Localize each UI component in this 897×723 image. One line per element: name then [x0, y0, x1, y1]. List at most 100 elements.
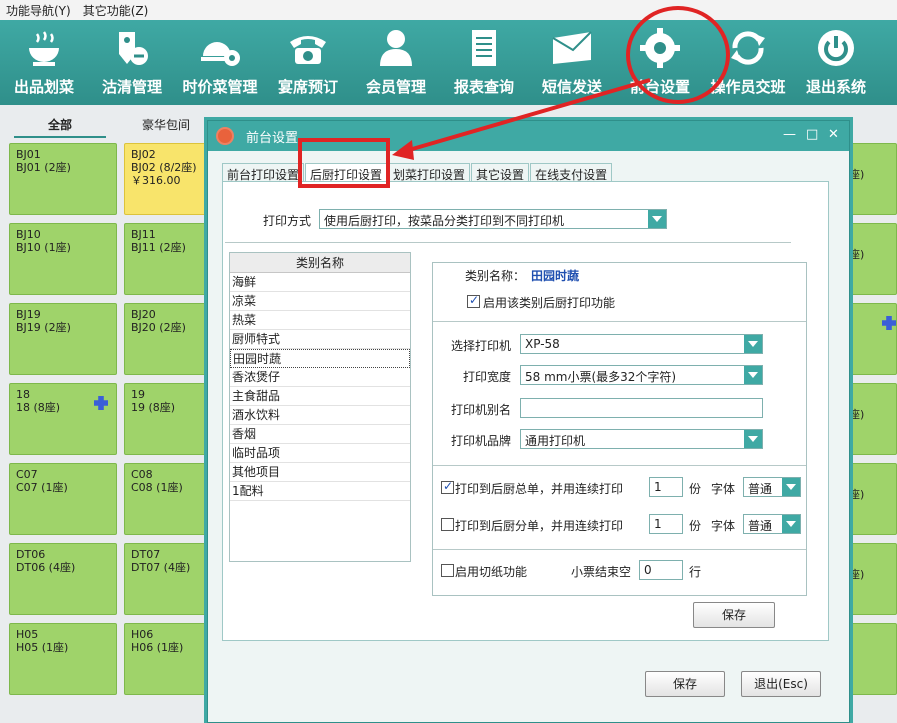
printer-select[interactable]: XP-58: [520, 334, 763, 354]
area-tab-luxury-room[interactable]: 豪华包间: [120, 112, 212, 138]
area-tab-all[interactable]: 全部: [14, 112, 106, 138]
table-code: DT06: [16, 548, 46, 561]
printer-value: XP-58: [525, 337, 560, 351]
toolbar-label: 会员管理: [365, 78, 426, 96]
dialog-body: 前台打印设置 后厨打印设置 划菜打印设置 其它设置 在线支付设置 打印方式 使用…: [208, 151, 849, 722]
category-item[interactable]: 1配料: [230, 482, 410, 501]
kitchen-split-copies-input[interactable]: 1: [649, 514, 683, 534]
category-item[interactable]: 主食甜品: [230, 387, 410, 406]
toolbar-market-price-button[interactable]: 时价菜管理: [176, 20, 264, 105]
category-item[interactable]: 凉菜: [230, 292, 410, 311]
print-mode-value: 使用后厨打印，按菜品分类打印到不同打印机: [324, 214, 565, 228]
menu-bar: 功能导航(Y) 其它功能(Z): [0, 0, 897, 20]
table-card[interactable]: 18 18 (8座): [9, 383, 117, 455]
chevron-down-icon[interactable]: [744, 335, 762, 353]
maximize-icon[interactable]: □: [806, 127, 818, 142]
kitchen-split-font-select[interactable]: 普通: [743, 514, 801, 534]
table-name: C07 (1座): [16, 481, 68, 494]
toolbar-serve-dish-button[interactable]: 出品划菜: [0, 20, 88, 105]
category-item[interactable]: 临时品项: [230, 444, 410, 463]
table-card-partial[interactable]: 座): [848, 143, 897, 215]
toolbar-label: 宴席预订: [277, 78, 338, 96]
menu-function-nav[interactable]: 功能导航(Y): [6, 2, 71, 19]
font-value: 普通: [748, 519, 773, 533]
table-card-partial[interactable]: [848, 623, 897, 695]
dialog-save-button[interactable]: 保存: [645, 671, 725, 697]
table-card[interactable]: BJ01 BJ01 (2座): [9, 143, 117, 215]
bowl-icon: [22, 28, 66, 68]
table-card-partial[interactable]: 座): [848, 463, 897, 535]
category-item[interactable]: 其他项目: [230, 463, 410, 482]
divider: [433, 465, 806, 466]
envelope-icon: [550, 28, 594, 68]
table-card-partial[interactable]: 座): [848, 383, 897, 455]
category-item[interactable]: 酒水饮料: [230, 406, 410, 425]
toolbar-exit-button[interactable]: 退出系统: [792, 20, 880, 105]
paper-cut-checkbox[interactable]: [441, 564, 454, 577]
chevron-down-icon[interactable]: [744, 366, 762, 384]
category-detail-box: 类别名称： 田园时蔬 启用该类别后厨打印功能 选择打印机 XP-58 打印宽度 …: [432, 262, 807, 596]
table-card-partial[interactable]: 座): [848, 543, 897, 615]
printer-alias-input[interactable]: [520, 398, 763, 418]
toolbar-member-button[interactable]: 会员管理: [352, 20, 440, 105]
category-item[interactable]: 厨师特式: [230, 330, 410, 349]
table-card-partial[interactable]: 座): [848, 223, 897, 295]
category-list: 类别名称 海鲜 凉菜 热菜 厨师特式 田园时蔬 香浓煲仔 主食甜品 酒水饮料 香…: [229, 252, 411, 562]
table-code: BJ01: [16, 148, 41, 161]
table-code: BJ19: [16, 308, 41, 321]
kitchen-total-checkbox[interactable]: [441, 479, 454, 494]
table-card[interactable]: C07 C07 (1座): [9, 463, 117, 535]
puzzle-icon: [882, 316, 896, 330]
category-name-label: 类别名称：: [465, 269, 526, 283]
print-width-select[interactable]: 58 mm小票(最多32个字符): [520, 365, 763, 385]
toolbar-sms-button[interactable]: 短信发送: [528, 20, 616, 105]
table-name: 座): [849, 168, 865, 181]
toolbar-banquet-booking-button[interactable]: 宴席预订: [264, 20, 352, 105]
category-item[interactable]: 香烟: [230, 425, 410, 444]
dialog-exit-button[interactable]: 退出(Esc): [741, 671, 821, 697]
chevron-down-icon[interactable]: [648, 210, 666, 228]
category-name-value: 田园时蔬: [531, 269, 580, 283]
app-logo-icon: [216, 127, 234, 145]
table-code: BJ10: [16, 228, 41, 241]
toolbar-report-button[interactable]: 报表查询: [440, 20, 528, 105]
category-item[interactable]: 海鲜: [230, 273, 410, 292]
print-mode-select[interactable]: 使用后厨打印，按菜品分类打印到不同打印机: [319, 209, 667, 229]
kitchen-split-label: 打印到后厨分单，并用连续打印: [455, 519, 624, 533]
printer-alias-label: 打印机别名: [451, 403, 512, 417]
category-list-header: 类别名称: [230, 253, 410, 273]
chevron-down-icon[interactable]: [782, 515, 800, 533]
table-card-partial[interactable]: [848, 303, 897, 375]
cloche-gear-icon: [198, 28, 242, 68]
chevron-down-icon[interactable]: [744, 430, 762, 448]
receipt-end-blank-input[interactable]: 0: [639, 560, 683, 580]
table-card[interactable]: BJ10 BJ10 (1座): [9, 223, 117, 295]
category-item[interactable]: 香浓煲仔: [230, 368, 410, 387]
paper-cut-label: 启用切纸功能: [455, 565, 528, 579]
table-card[interactable]: H05 H05 (1座): [9, 623, 117, 695]
print-mode-label: 打印方式: [263, 214, 312, 228]
menu-other-functions[interactable]: 其它功能(Z): [83, 2, 149, 19]
close-icon[interactable]: ✕: [828, 127, 839, 142]
table-name: 座): [849, 568, 865, 581]
kitchen-total-copies-input[interactable]: 1: [649, 477, 683, 497]
toolbar-sold-out-button[interactable]: 沽清管理: [88, 20, 176, 105]
printer-brand-select[interactable]: 通用打印机: [520, 429, 763, 449]
category-item[interactable]: 热菜: [230, 311, 410, 330]
annotation-highlight-box: [298, 138, 390, 188]
kitchen-split-checkbox[interactable]: [441, 518, 454, 531]
enable-kitchen-print-checkbox[interactable]: [467, 293, 480, 308]
minimize-icon[interactable]: —: [783, 127, 796, 142]
detail-save-button[interactable]: 保存: [693, 602, 775, 628]
person-icon: [374, 28, 418, 68]
table-name: H05 (1座): [16, 641, 69, 654]
copies-unit: 份: [689, 482, 702, 496]
table-name: BJ10 (1座): [16, 241, 71, 254]
table-card[interactable]: BJ19 BJ19 (2座): [9, 303, 117, 375]
font-label: 字体: [711, 519, 736, 533]
category-item-selected[interactable]: 田园时蔬: [230, 349, 410, 368]
document-icon: [462, 28, 506, 68]
kitchen-total-font-select[interactable]: 普通: [743, 477, 801, 497]
chevron-down-icon[interactable]: [782, 478, 800, 496]
table-card[interactable]: DT06 DT06 (4座): [9, 543, 117, 615]
